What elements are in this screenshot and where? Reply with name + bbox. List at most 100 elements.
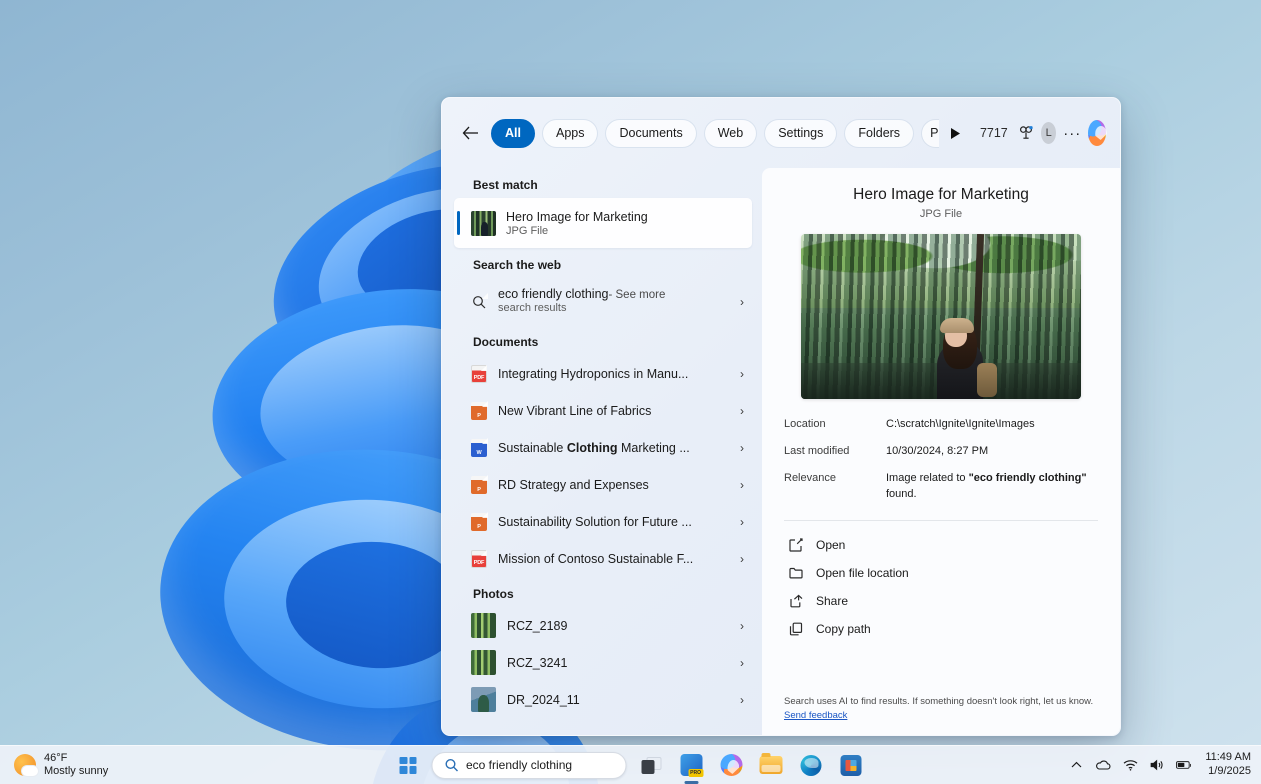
clock[interactable]: 11:49 AM 1/9/2025: [1205, 751, 1251, 779]
photo-row[interactable]: RCZ_3241 ›: [454, 644, 752, 681]
action-label: Share: [816, 594, 848, 608]
copilot-icon: [720, 754, 742, 776]
metadata-row-location: Location C:\scratch\Ignite\Ignite\Images: [784, 417, 1098, 433]
web-search-item[interactable]: eco friendly clothing- See more search r…: [454, 278, 752, 325]
document-row[interactable]: W Sustainable Clothing Marketing ... ›: [454, 429, 752, 466]
metadata-value: 10/30/2024, 8:27 PM: [886, 444, 988, 460]
pdf-file-icon: PDF: [471, 365, 487, 383]
battery-icon[interactable]: [1176, 757, 1192, 773]
results-column: Best match Hero Image for Marketing JPG …: [442, 168, 762, 735]
document-row[interactable]: PDF Integrating Hydroponics in Manu... ›: [454, 355, 752, 392]
document-label: Sustainability Solution for Future ...: [498, 515, 692, 529]
filter-pill-all[interactable]: All: [491, 119, 535, 148]
chevron-right-icon: ›: [740, 478, 744, 492]
best-match-subtitle: JPG File: [506, 225, 648, 237]
photo-label: RCZ_3241: [507, 656, 567, 670]
chevron-right-icon: ›: [740, 295, 744, 309]
send-feedback-link[interactable]: Send feedback: [784, 710, 847, 721]
cloud-icon[interactable]: [1095, 757, 1111, 773]
metadata-key: Last modified: [784, 444, 876, 460]
document-label: New Vibrant Line of Fabrics: [498, 404, 651, 418]
document-label: Sustainable Clothing Marketing ...: [498, 441, 690, 455]
search-icon: [444, 758, 458, 772]
metadata-row-last-modified: Last modified 10/30/2024, 8:27 PM: [784, 444, 1098, 460]
filter-pill-web[interactable]: Web: [704, 119, 757, 148]
disclaimer-text: Search uses AI to find results. If somet…: [784, 696, 1093, 707]
taskbar-search-box[interactable]: [431, 752, 626, 779]
taskbar-pro-app-button[interactable]: [676, 750, 706, 780]
action-label: Open: [816, 538, 845, 552]
weather-widget[interactable]: 46°F Mostly sunny: [0, 752, 200, 778]
search-icon: [471, 294, 487, 310]
best-match-item[interactable]: Hero Image for Marketing JPG File: [454, 198, 752, 248]
taskbar-store-button[interactable]: [836, 750, 866, 780]
metadata-list: Location C:\scratch\Ignite\Ignite\Images…: [784, 417, 1098, 514]
overflow-menu-button[interactable]: ···: [1063, 121, 1081, 145]
preview-pane: Hero Image for Marketing JPG File: [762, 168, 1120, 735]
action-label: Open file location: [816, 566, 909, 580]
filter-pill-apps[interactable]: Apps: [542, 119, 599, 148]
search-input[interactable]: [466, 758, 613, 772]
weather-temperature: 46°F: [44, 752, 108, 765]
filter-pill-folders[interactable]: Folders: [844, 119, 914, 148]
photo-row[interactable]: DR_2024_11 ›: [454, 681, 752, 718]
preview-title: Hero Image for Marketing: [784, 186, 1098, 204]
clock-time: 11:49 AM: [1205, 751, 1251, 765]
play-arrow-icon[interactable]: [946, 119, 966, 147]
document-label: Integrating Hydroponics in Manu...: [498, 367, 688, 381]
taskbar-file-explorer-button[interactable]: [756, 750, 786, 780]
metadata-key: Location: [784, 417, 876, 433]
document-row[interactable]: P RD Strategy and Expenses ›: [454, 466, 752, 503]
rewards-badge-icon[interactable]: [1018, 121, 1034, 145]
rewards-points: 7717: [980, 126, 1008, 140]
volume-icon[interactable]: [1149, 757, 1165, 773]
windows-logo-icon: [400, 757, 417, 774]
action-open-file-location[interactable]: Open file location: [784, 559, 1098, 587]
document-label: Mission of Contoso Sustainable F...: [498, 552, 693, 566]
web-query-suffix: - See more: [608, 289, 665, 301]
copy-icon: [788, 621, 804, 637]
avatar[interactable]: L: [1041, 122, 1056, 144]
metadata-row-relevance: Relevance Image related to "eco friendly…: [784, 471, 1098, 503]
search-body: Best match Hero Image for Marketing JPG …: [442, 168, 1120, 735]
chevron-up-icon[interactable]: [1068, 757, 1084, 773]
document-row[interactable]: P New Vibrant Line of Fabrics ›: [454, 392, 752, 429]
start-button[interactable]: [395, 752, 421, 778]
powerpoint-file-icon: P: [471, 513, 487, 531]
filter-pill-people-truncated[interactable]: P: [921, 119, 939, 148]
powerpoint-file-icon: P: [471, 402, 487, 420]
best-match-title: Hero Image for Marketing: [506, 210, 648, 224]
clock-date: 1/9/2025: [1208, 765, 1251, 779]
ai-disclaimer: Search uses AI to find results. If somet…: [784, 695, 1098, 736]
chevron-right-icon: ›: [740, 367, 744, 381]
wifi-icon[interactable]: [1122, 757, 1138, 773]
metadata-value: C:\scratch\Ignite\Ignite\Images: [886, 417, 1035, 433]
action-open[interactable]: Open: [784, 531, 1098, 559]
taskbar-task-view-button[interactable]: [636, 750, 666, 780]
document-row[interactable]: P Sustainability Solution for Future ...…: [454, 503, 752, 540]
filter-pill-documents[interactable]: Documents: [605, 119, 696, 148]
preview-image: [801, 234, 1081, 399]
back-arrow-icon[interactable]: [456, 119, 484, 147]
section-heading-best-match: Best match: [452, 168, 754, 198]
document-row[interactable]: PDF Mission of Contoso Sustainable F... …: [454, 540, 752, 577]
section-heading-documents: Documents: [452, 325, 754, 355]
file-explorer-icon: [760, 756, 783, 774]
action-share[interactable]: Share: [784, 587, 1098, 615]
taskbar-edge-button[interactable]: [796, 750, 826, 780]
chevron-right-icon: ›: [740, 515, 744, 529]
action-copy-path[interactable]: Copy path: [784, 615, 1098, 643]
search-flyout: All Apps Documents Web Settings Folders …: [441, 97, 1121, 736]
sun-cloud-icon: [14, 754, 36, 776]
photo-row[interactable]: RCZ_2189 ›: [454, 607, 752, 644]
document-label: RD Strategy and Expenses: [498, 478, 649, 492]
taskbar-copilot-button[interactable]: [716, 750, 746, 780]
filter-pill-settings[interactable]: Settings: [764, 119, 837, 148]
photo-label: RCZ_2189: [507, 619, 567, 633]
copilot-icon[interactable]: [1088, 120, 1106, 146]
taskbar: 46°F Mostly sunny: [0, 745, 1261, 784]
microsoft-store-icon: [841, 755, 862, 776]
divider: [784, 520, 1098, 521]
web-query-subtitle: search results: [498, 302, 665, 316]
web-query-text: eco friendly clothing: [498, 287, 608, 301]
